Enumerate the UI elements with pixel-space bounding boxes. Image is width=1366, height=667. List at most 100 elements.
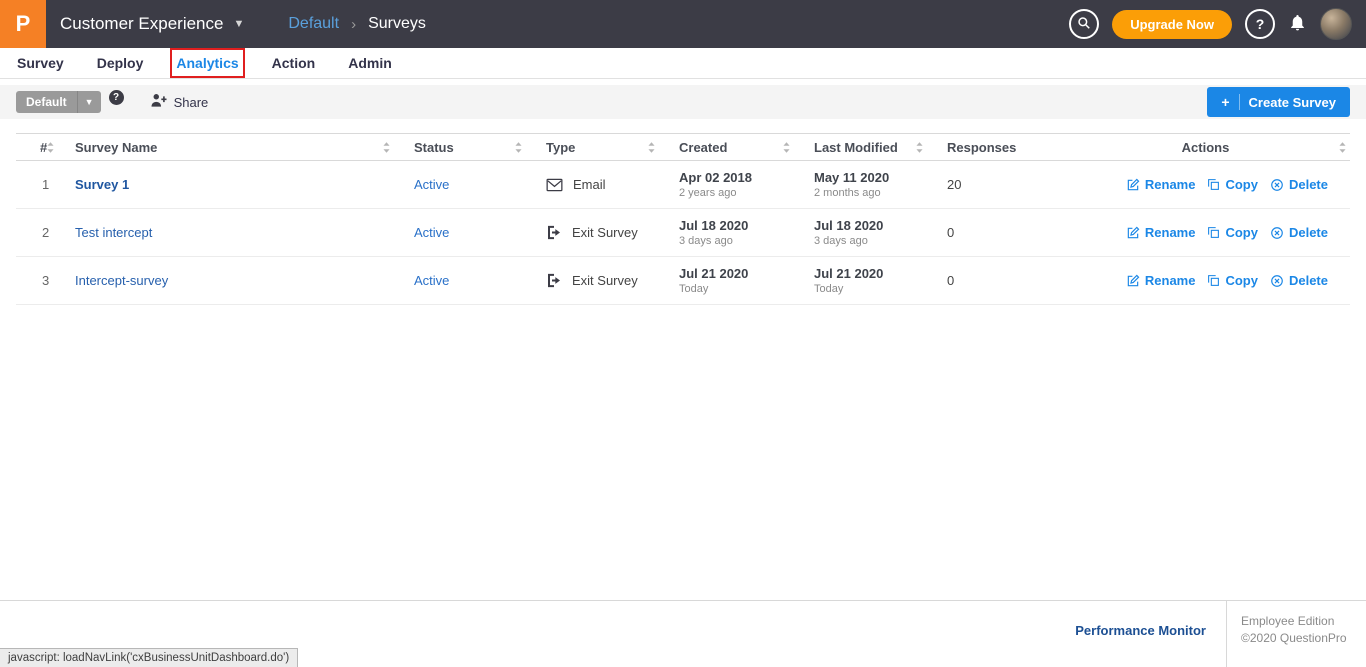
survey-name-link[interactable]: Survey 1 [75, 177, 129, 192]
email-icon [546, 178, 563, 192]
table-row: 2 Test intercept Active Exit Survey Jul … [16, 209, 1350, 257]
chevron-down-icon: ▼ [233, 18, 244, 30]
performance-monitor-link[interactable]: Performance Monitor [1075, 623, 1206, 667]
header-responses: Responses [947, 140, 1016, 155]
header-type: Type [546, 140, 575, 155]
table-row: 3 Intercept-survey Active Exit Survey Ju… [16, 257, 1350, 305]
share-label: Share [174, 95, 209, 110]
question-mark-icon: ? [1256, 16, 1265, 32]
survey-name-link[interactable]: Test intercept [75, 225, 152, 240]
copy-button[interactable]: Copy [1207, 273, 1258, 288]
created-relative: Today [679, 283, 708, 295]
modified-relative: 2 months ago [814, 187, 881, 199]
created-date: Jul 21 2020 [679, 266, 748, 281]
sort-icon[interactable] [515, 142, 522, 153]
survey-type-label: Exit Survey [572, 273, 638, 288]
share-button[interactable]: Share [150, 93, 209, 111]
survey-type-label: Exit Survey [572, 225, 638, 240]
delete-button[interactable]: Delete [1270, 273, 1328, 288]
delete-icon [1270, 226, 1284, 240]
rename-button[interactable]: Rename [1126, 177, 1196, 192]
status-text: Active [414, 225, 449, 240]
sort-icon[interactable] [1339, 142, 1346, 153]
search-button[interactable] [1069, 9, 1099, 39]
header-created: Created [679, 140, 727, 155]
row-number: 1 [16, 161, 60, 208]
product-name: Customer Experience [60, 14, 223, 34]
sort-icon[interactable] [383, 142, 390, 153]
help-button[interactable]: ? [1245, 9, 1275, 39]
sort-icon[interactable] [916, 142, 923, 153]
header-survey-name: Survey Name [75, 140, 157, 155]
edition-info: Employee Edition ©2020 QuestionPro [1226, 601, 1366, 667]
user-avatar[interactable] [1320, 8, 1352, 40]
row-number: 3 [16, 257, 60, 304]
tab-admin[interactable]: Admin [347, 53, 393, 73]
breadcrumb: Default › Surveys [288, 15, 426, 33]
upgrade-now-button[interactable]: Upgrade Now [1112, 10, 1232, 39]
create-survey-label: Create Survey [1249, 95, 1336, 110]
rename-icon [1126, 274, 1140, 288]
survey-name-link[interactable]: Intercept-survey [75, 273, 168, 288]
questionpro-logo[interactable]: P [0, 0, 46, 48]
sort-icon[interactable] [783, 142, 790, 153]
copy-button[interactable]: Copy [1207, 177, 1258, 192]
main-nav: Survey Deploy Analytics Action Admin [0, 48, 1366, 79]
tab-analytics[interactable]: Analytics [175, 53, 239, 73]
rename-icon [1126, 226, 1140, 240]
header-number: # [40, 140, 47, 155]
edition-label: Employee Edition [1241, 613, 1358, 630]
share-person-plus-icon [150, 93, 168, 111]
exit-survey-icon [546, 273, 562, 288]
breadcrumb-parent[interactable]: Default [288, 15, 339, 33]
header-status: Status [414, 140, 454, 155]
notifications-button[interactable] [1288, 13, 1307, 35]
delete-label: Delete [1289, 273, 1328, 288]
folder-select-button[interactable]: Default ▼ [16, 91, 101, 113]
table-header-row: # Survey Name Status Type Created Last M… [16, 133, 1350, 161]
responses-count: 0 [929, 209, 1049, 256]
modified-date: May 11 2020 [814, 170, 889, 185]
copy-button[interactable]: Copy [1207, 225, 1258, 240]
delete-label: Delete [1289, 177, 1328, 192]
breadcrumb-current: Surveys [368, 15, 426, 33]
modified-date: Jul 18 2020 [814, 218, 883, 233]
surveys-table: # Survey Name Status Type Created Last M… [16, 133, 1350, 305]
row-number: 2 [16, 209, 60, 256]
chevron-down-icon[interactable]: ▼ [77, 91, 101, 113]
search-icon [1077, 16, 1091, 33]
rename-button[interactable]: Rename [1126, 225, 1196, 240]
toolbar: Default ▼ ? Share + Create Survey [0, 85, 1366, 119]
copy-label: Copy [1225, 177, 1258, 192]
plus-icon: + [1221, 94, 1239, 110]
breadcrumb-separator-icon: › [351, 16, 356, 33]
copy-icon [1207, 274, 1220, 287]
delete-icon [1270, 178, 1284, 192]
tab-survey[interactable]: Survey [16, 53, 65, 73]
header-actions: Actions [1182, 140, 1230, 155]
tab-action[interactable]: Action [271, 53, 317, 73]
delete-button[interactable]: Delete [1270, 177, 1328, 192]
table-body: 1 Survey 1 Active Email Apr 02 2018 2 ye… [16, 161, 1350, 305]
delete-button[interactable]: Delete [1270, 225, 1328, 240]
rename-label: Rename [1145, 225, 1196, 240]
exit-survey-icon [546, 225, 562, 240]
delete-icon [1270, 274, 1284, 288]
sort-icon[interactable] [47, 142, 54, 153]
sort-icon[interactable] [648, 142, 655, 153]
created-relative: 2 years ago [679, 187, 736, 199]
modified-relative: 3 days ago [814, 235, 868, 247]
survey-type-label: Email [573, 177, 606, 192]
responses-count: 20 [929, 161, 1049, 208]
tab-deploy[interactable]: Deploy [96, 53, 145, 73]
create-survey-button[interactable]: + Create Survey [1207, 87, 1350, 117]
status-text: Active [414, 177, 449, 192]
created-date: Apr 02 2018 [679, 170, 752, 185]
rename-button[interactable]: Rename [1126, 273, 1196, 288]
responses-count: 0 [929, 257, 1049, 304]
top-bar: P Customer Experience ▼ Default › Survey… [0, 0, 1366, 48]
folder-info-icon[interactable]: ? [109, 90, 124, 105]
bell-icon [1288, 13, 1307, 35]
folder-select-label: Default [16, 91, 77, 113]
product-switcher[interactable]: Customer Experience ▼ [60, 14, 244, 34]
